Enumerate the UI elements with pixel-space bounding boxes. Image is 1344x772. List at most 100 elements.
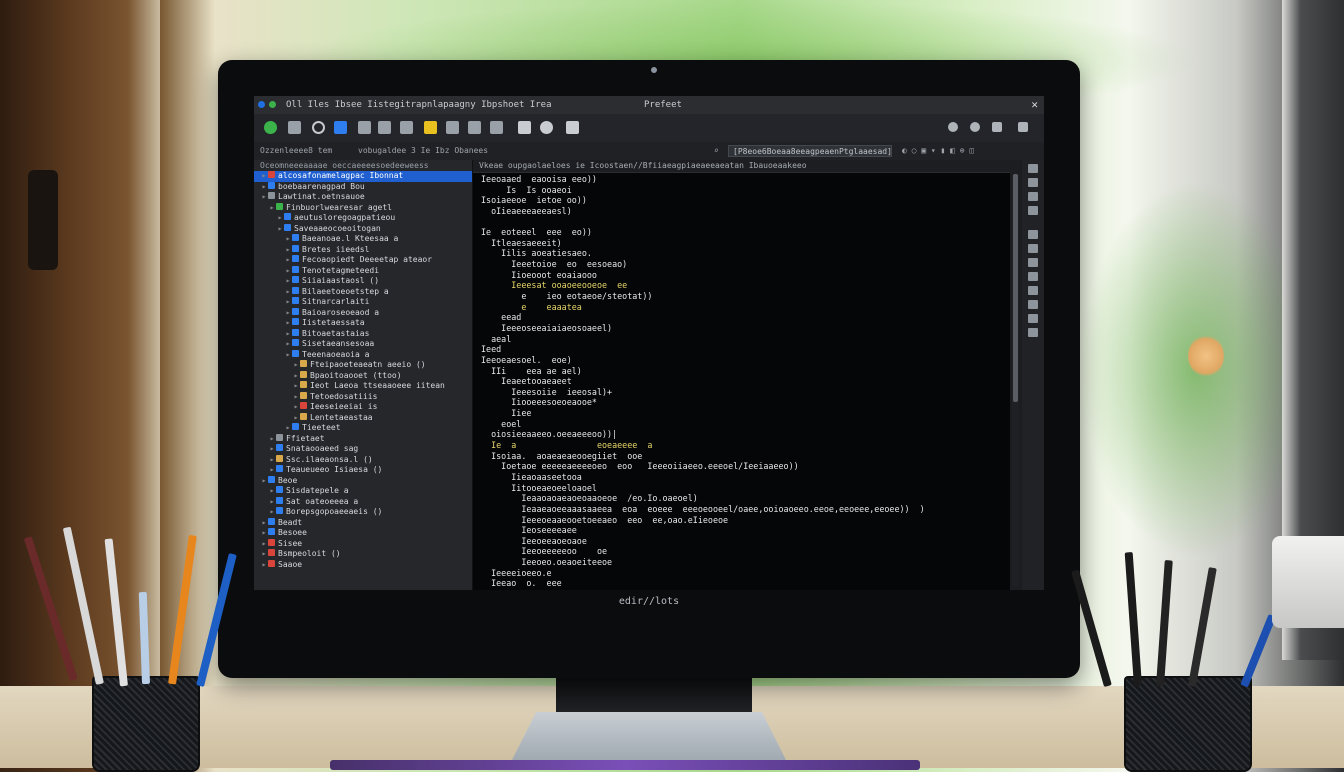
scroll-thumb[interactable] [1013,174,1018,402]
expand-chevron-icon[interactable]: ▸ [292,392,300,403]
tree-item[interactable]: ▸ Sitnarcarlaiti [254,297,472,308]
expand-chevron-icon[interactable]: ▸ [292,371,300,382]
editor-scrollbar[interactable] [1012,174,1019,586]
expand-chevron-icon[interactable]: ▸ [268,455,276,466]
code-line[interactable]: Ieeeoseeaiaiaeosoaeel) [481,323,925,334]
tree-item[interactable]: ▸ Ieot Laeoa ttseaaoeee iitean [254,381,472,392]
code-line[interactable]: Ieeetoioe eo eesoeao) [481,259,925,270]
code-line[interactable]: Ieaaoaoaeaoeoaaoeoe /eo.Io.oaeoel) [481,493,925,504]
terminal-icon[interactable] [378,121,391,134]
code-line[interactable]: Ieeesat ooaoeeooeoe ee [481,280,925,291]
expand-chevron-icon[interactable]: ▸ [292,402,300,413]
rail-services-icon[interactable] [1028,314,1038,323]
tree-item[interactable]: ▸ Fecoaopiedt Deeeetap ateaor [254,255,472,266]
code-line[interactable]: Ieeoeo.oeaoeiteeoe [481,557,925,568]
tree-item[interactable]: ▸ Sisdatepele a [254,486,472,497]
expand-chevron-icon[interactable]: ▸ [292,381,300,392]
expand-chevron-icon[interactable]: ▸ [260,476,268,487]
tree-item[interactable]: ▸ Bitoaetastaias [254,328,472,340]
code-line[interactable]: Ieeoeeeeeoo oe [481,546,925,557]
expand-chevron-icon[interactable]: ▸ [260,549,268,560]
code-line[interactable]: Isoiaeeoe ietoe oo)) [481,195,925,206]
code-line[interactable]: Iitooeaeoeeloaoel [481,483,925,494]
code-line[interactable]: Ieeao o. eee [481,578,925,589]
expand-chevron-icon[interactable]: ▸ [268,497,276,508]
tree-item[interactable]: ▸ Baioaroseoeaod a [254,307,472,319]
expand-chevron-icon[interactable]: ▸ [284,423,292,434]
expand-chevron-icon[interactable]: ▸ [268,507,276,518]
tree-item[interactable]: ▸ alcosafonamelagpac Ibonnat [254,171,472,182]
expand-chevron-icon[interactable]: ▸ [276,224,284,235]
code-line[interactable] [481,217,925,228]
expand-chevron-icon[interactable]: ▸ [284,350,292,361]
expand-chevron-icon[interactable]: ▸ [284,255,292,266]
code-line[interactable]: Ieeeoeaaeooetoeeaeo eeo ee,oao.eIieoeoe [481,515,925,526]
code-line[interactable]: oiosieeaaeeo.oeeaeeeoo))| [481,429,925,440]
file-icon[interactable] [358,121,371,134]
code-content[interactable]: Ieeoaaed eaooisa eeo)) Is Is ooaeoi Isoia… [481,174,925,590]
grid-icon[interactable] [400,121,413,134]
expand-chevron-icon[interactable]: ▸ [284,287,292,298]
path-tools[interactable]: ◐ ○ ▣ ▾ ▮ ◧ ⊕ ◫ [902,142,974,160]
rail-output-icon[interactable] [1028,258,1038,267]
breadcrumb[interactable]: vobugaldee 3 Ie Ibz Obanees [358,142,488,160]
expand-chevron-icon[interactable]: ▸ [292,360,300,371]
expand-chevron-icon[interactable]: ▸ [284,329,292,340]
tree-item[interactable]: ▸ Sisetaeansesoaa [254,339,472,350]
rail-git-icon[interactable] [1028,192,1038,201]
code-line[interactable]: Iiee [481,408,925,419]
run-icon[interactable] [264,121,277,134]
editor-tab[interactable]: Vkeae oupgaolaeloes ie Icoostaen//Bfiiae… [473,160,1010,173]
tree-item[interactable]: ▸ Fteipaoeteaeatn aeeio () [254,360,472,371]
tree-item[interactable]: ▸ Tenotetagmeteedi [254,265,472,277]
rail-events-icon[interactable] [1028,328,1038,337]
expand-chevron-icon[interactable]: ▸ [260,518,268,529]
expand-chevron-icon[interactable]: ▸ [284,308,292,319]
code-line[interactable]: Isoiaa. aoaeaeaeooegiiet ooe [481,451,925,462]
tree-item[interactable]: ▸ Saaoe [254,559,472,571]
project-selector[interactable]: Ozzenleeee8 tem [260,142,332,160]
tree-item[interactable]: ▸ Borepsgopoaeeaeis () [254,507,472,518]
rail-search-icon[interactable] [1028,178,1038,187]
rail-todo-icon[interactable] [1028,300,1038,309]
tree-item[interactable]: ▸ Snataooaeed sag [254,444,472,455]
code-line[interactable]: IIi eea ae ael) [481,366,925,377]
expand-chevron-icon[interactable]: ▸ [284,234,292,245]
code-line[interactable]: eead [481,312,925,323]
tree-item[interactable]: ▸ Bilaeetoeoetstep a [254,286,472,298]
tree-item[interactable]: ▸ Siiaiaastaosl () [254,276,472,287]
expand-chevron-icon[interactable]: ▸ [268,203,276,214]
tree-item[interactable]: ▸ Sat oateoeeea a [254,496,472,508]
code-line[interactable]: Ieaaeaoeeaaasaaeea eoa eoeee eeeoeooeel/… [481,504,924,515]
expand-chevron-icon[interactable]: ▸ [260,528,268,539]
code-line[interactable]: Iilis aoeatiesaeo. [481,248,925,259]
tree-item[interactable]: ▸ Bpaoitoaooet (ttoo) [254,370,472,382]
notification-icon[interactable] [948,122,958,132]
expand-chevron-icon[interactable]: ▸ [268,486,276,497]
tree-item[interactable]: ▸ Bsmpeoloit () [254,549,472,560]
tree-item[interactable]: ▸ Iistetaessata [254,318,472,329]
code-line[interactable]: Ie eoteeel eee eo)) [481,227,925,238]
tree-item[interactable]: ▸ Saveaaeocoeoitogan [254,223,472,235]
rail-structure-icon[interactable] [1028,286,1038,295]
tree-item[interactable]: ▸ Tieeteet [254,423,472,434]
tree-item[interactable]: ▸ Ffietaet [254,433,472,445]
share-icon[interactable] [468,121,481,134]
tree-item[interactable]: ▸ boebaarenagpad Bou [254,181,472,193]
search-input[interactable]: [P8eoe6Boeaa8eeagpeaenPtglaaesad] [728,145,892,157]
settings-icon[interactable] [540,121,553,134]
code-line[interactable]: Ieaeetooaeaeet [481,376,925,387]
tree-item[interactable]: ▸ Lentetaeastaa [254,412,472,424]
rail-database-icon[interactable] [1028,272,1038,281]
code-line[interactable]: Ieeoeeaoeoaoe [481,536,925,547]
tree-item[interactable]: ▸ Lawtinat.oetnsauoe [254,192,472,203]
expand-chevron-icon[interactable]: ▸ [268,465,276,476]
code-line[interactable]: Ieeesoiie ieeosal)+ [481,387,925,398]
expand-chevron-icon[interactable]: ▸ [292,413,300,424]
expand-chevron-icon[interactable]: ▸ [284,266,292,277]
tree-item[interactable]: ▸ Ssc.ilaeaonsa.l () [254,454,472,466]
expand-chevron-icon[interactable]: ▸ [268,434,276,445]
panel-icon[interactable] [518,121,531,134]
code-editor[interactable]: Vkeae oupgaolaeloes ie Icoostaen//Bfiiae… [473,160,1010,590]
tree-item[interactable]: ▸ Teeenaoeaoia a [254,349,472,361]
